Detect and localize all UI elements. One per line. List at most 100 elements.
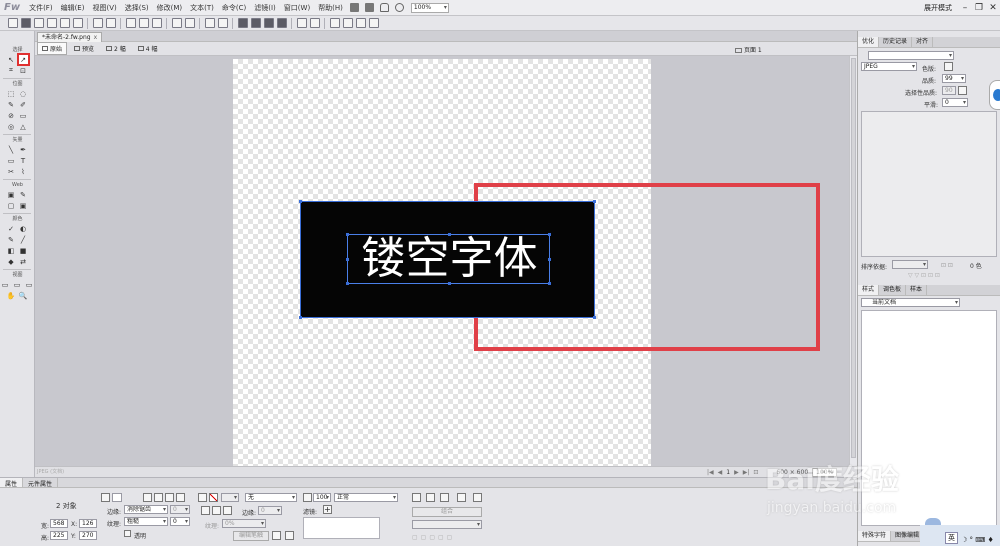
default-colors-icon[interactable]: ◆	[7, 257, 16, 266]
eraser-icon[interactable]: ▭	[19, 111, 28, 120]
color-table[interactable]	[861, 111, 997, 257]
blend-mode-select[interactable]: 正常	[334, 493, 398, 502]
document-canvas[interactable]: 镂空字体	[233, 59, 820, 466]
stroke-center-icon[interactable]	[212, 506, 221, 515]
edge-select[interactable]: 消除锯齿	[124, 505, 168, 514]
join-icon[interactable]	[204, 18, 215, 28]
export-icon[interactable]	[59, 18, 70, 28]
tab-styles[interactable]: 样式	[858, 285, 880, 295]
stroke-size[interactable]	[221, 493, 239, 502]
tab-symbol-properties[interactable]: 元件属性	[23, 478, 59, 488]
new-icon[interactable]	[7, 18, 18, 28]
tab-properties[interactable]: 属性	[0, 478, 24, 488]
align-icon[interactable]	[473, 493, 482, 502]
marquee-icon[interactable]: ⬚	[7, 89, 16, 98]
combine-button[interactable]: 组合	[412, 507, 482, 517]
optimize-preset-select[interactable]	[868, 51, 954, 60]
stroke-none-swatch[interactable]	[209, 493, 218, 502]
layout-icon[interactable]	[364, 3, 374, 12]
smoothing-select[interactable]: 0	[942, 98, 968, 107]
texture-amount[interactable]: 0	[170, 517, 190, 526]
stroke-pencil-icon[interactable]	[198, 493, 207, 502]
tray-icons[interactable]: ☽ ° ⌨ ♦	[961, 536, 994, 544]
hand-icon[interactable]	[379, 3, 389, 12]
menu-edit[interactable]: 编辑(E)	[57, 3, 89, 13]
transparent-checkbox[interactable]	[124, 530, 131, 537]
loop-icon[interactable]: ⊡	[753, 469, 758, 476]
pen-icon[interactable]: ✒	[19, 145, 28, 154]
ungroup-icon[interactable]	[184, 18, 195, 28]
group-icon[interactable]	[171, 18, 182, 28]
align-icon[interactable]	[440, 493, 449, 502]
close-button[interactable]: ✕	[986, 3, 1000, 13]
fill-swatch-icon[interactable]: ■	[19, 246, 28, 255]
page-selector[interactable]: 页面 1	[735, 45, 762, 54]
height-field[interactable]: 225	[50, 531, 68, 540]
split-icon[interactable]	[217, 18, 228, 28]
tab-special-chars[interactable]: 特殊字符	[858, 531, 892, 541]
crop-icon[interactable]: ⊡	[19, 66, 28, 75]
full-screen-icon[interactable]: ▭	[25, 280, 34, 289]
fill-none-icon[interactable]	[143, 493, 152, 502]
hide-slices-icon[interactable]: ▢	[7, 201, 16, 210]
text-handle[interactable]	[346, 282, 349, 285]
pencil-icon[interactable]: ⊘	[7, 111, 16, 120]
menu-view[interactable]: 视图(V)	[88, 3, 120, 13]
rect-handle[interactable]	[299, 316, 302, 319]
subselect-icon[interactable]: ↗	[16, 53, 30, 66]
import-icon[interactable]	[46, 18, 57, 28]
add-filter-button[interactable]: +	[323, 505, 332, 514]
path-ops-icons[interactable]: ▢▢▢▢▢	[412, 534, 455, 541]
next-frame-icon[interactable]: ▶	[734, 469, 739, 476]
save-icon[interactable]	[33, 18, 44, 28]
rect-handle[interactable]	[593, 200, 596, 203]
align-icon[interactable]	[296, 18, 307, 28]
stroke-inside-icon[interactable]	[201, 506, 210, 515]
tab-palette[interactable]: 调色板	[879, 285, 907, 295]
brush-icon[interactable]: ✐	[19, 100, 28, 109]
bring-forward-icon[interactable]	[250, 18, 261, 28]
selective-quality-edit-icon[interactable]	[958, 86, 967, 95]
stroke-category[interactable]: 无	[245, 493, 297, 502]
hotspot-icon[interactable]: ▣	[7, 190, 16, 199]
rectangle-icon[interactable]: ▭	[7, 156, 16, 165]
sort-select[interactable]	[892, 260, 928, 269]
bridge-icon[interactable]	[349, 3, 359, 12]
width-field[interactable]: 568	[50, 519, 68, 528]
x-field[interactable]: 126	[79, 519, 97, 528]
align-icon[interactable]	[457, 493, 466, 502]
tab-align[interactable]: 对齐	[912, 37, 934, 47]
canvas-area[interactable]: 镂空字体	[35, 56, 849, 466]
text-handle[interactable]	[548, 282, 551, 285]
cut-icon[interactable]	[125, 18, 136, 28]
fill-color-swatch[interactable]	[112, 493, 122, 502]
selective-quality-field[interactable]: 90	[942, 86, 956, 95]
stroke-option-icon[interactable]	[285, 531, 294, 540]
show-slices-icon[interactable]: ▣	[19, 201, 28, 210]
menu-commands[interactable]: 命令(C)	[218, 3, 250, 13]
minimize-button[interactable]: –	[958, 3, 972, 13]
menu-help[interactable]: 帮助(H)	[314, 3, 347, 13]
y-field[interactable]: 270	[79, 531, 97, 540]
view-4up[interactable]: 4 幅	[133, 42, 163, 55]
zoom-icon[interactable]	[394, 3, 404, 12]
stroke-option-icon[interactable]	[272, 531, 281, 540]
opacity-field[interactable]: 100	[313, 493, 331, 502]
paste-icon[interactable]	[151, 18, 162, 28]
align-icon[interactable]	[426, 493, 435, 502]
fill-solid-icon[interactable]	[154, 493, 163, 502]
zoom-select[interactable]: 100%	[410, 2, 449, 13]
flip-v-icon[interactable]	[368, 18, 379, 28]
matte-swatch[interactable]	[944, 62, 953, 71]
bucket-icon[interactable]: ◐	[19, 224, 28, 233]
open-icon[interactable]	[20, 18, 31, 28]
rect-handle[interactable]	[593, 316, 596, 319]
text-handle[interactable]	[548, 258, 551, 261]
fill-pattern-icon[interactable]	[176, 493, 185, 502]
redo-icon[interactable]	[105, 18, 116, 28]
text-handle[interactable]	[346, 258, 349, 261]
document-tab-close-icon[interactable]: x	[94, 34, 98, 41]
undo-icon[interactable]	[92, 18, 103, 28]
flip-h-icon[interactable]	[355, 18, 366, 28]
combine-select[interactable]	[412, 520, 482, 529]
